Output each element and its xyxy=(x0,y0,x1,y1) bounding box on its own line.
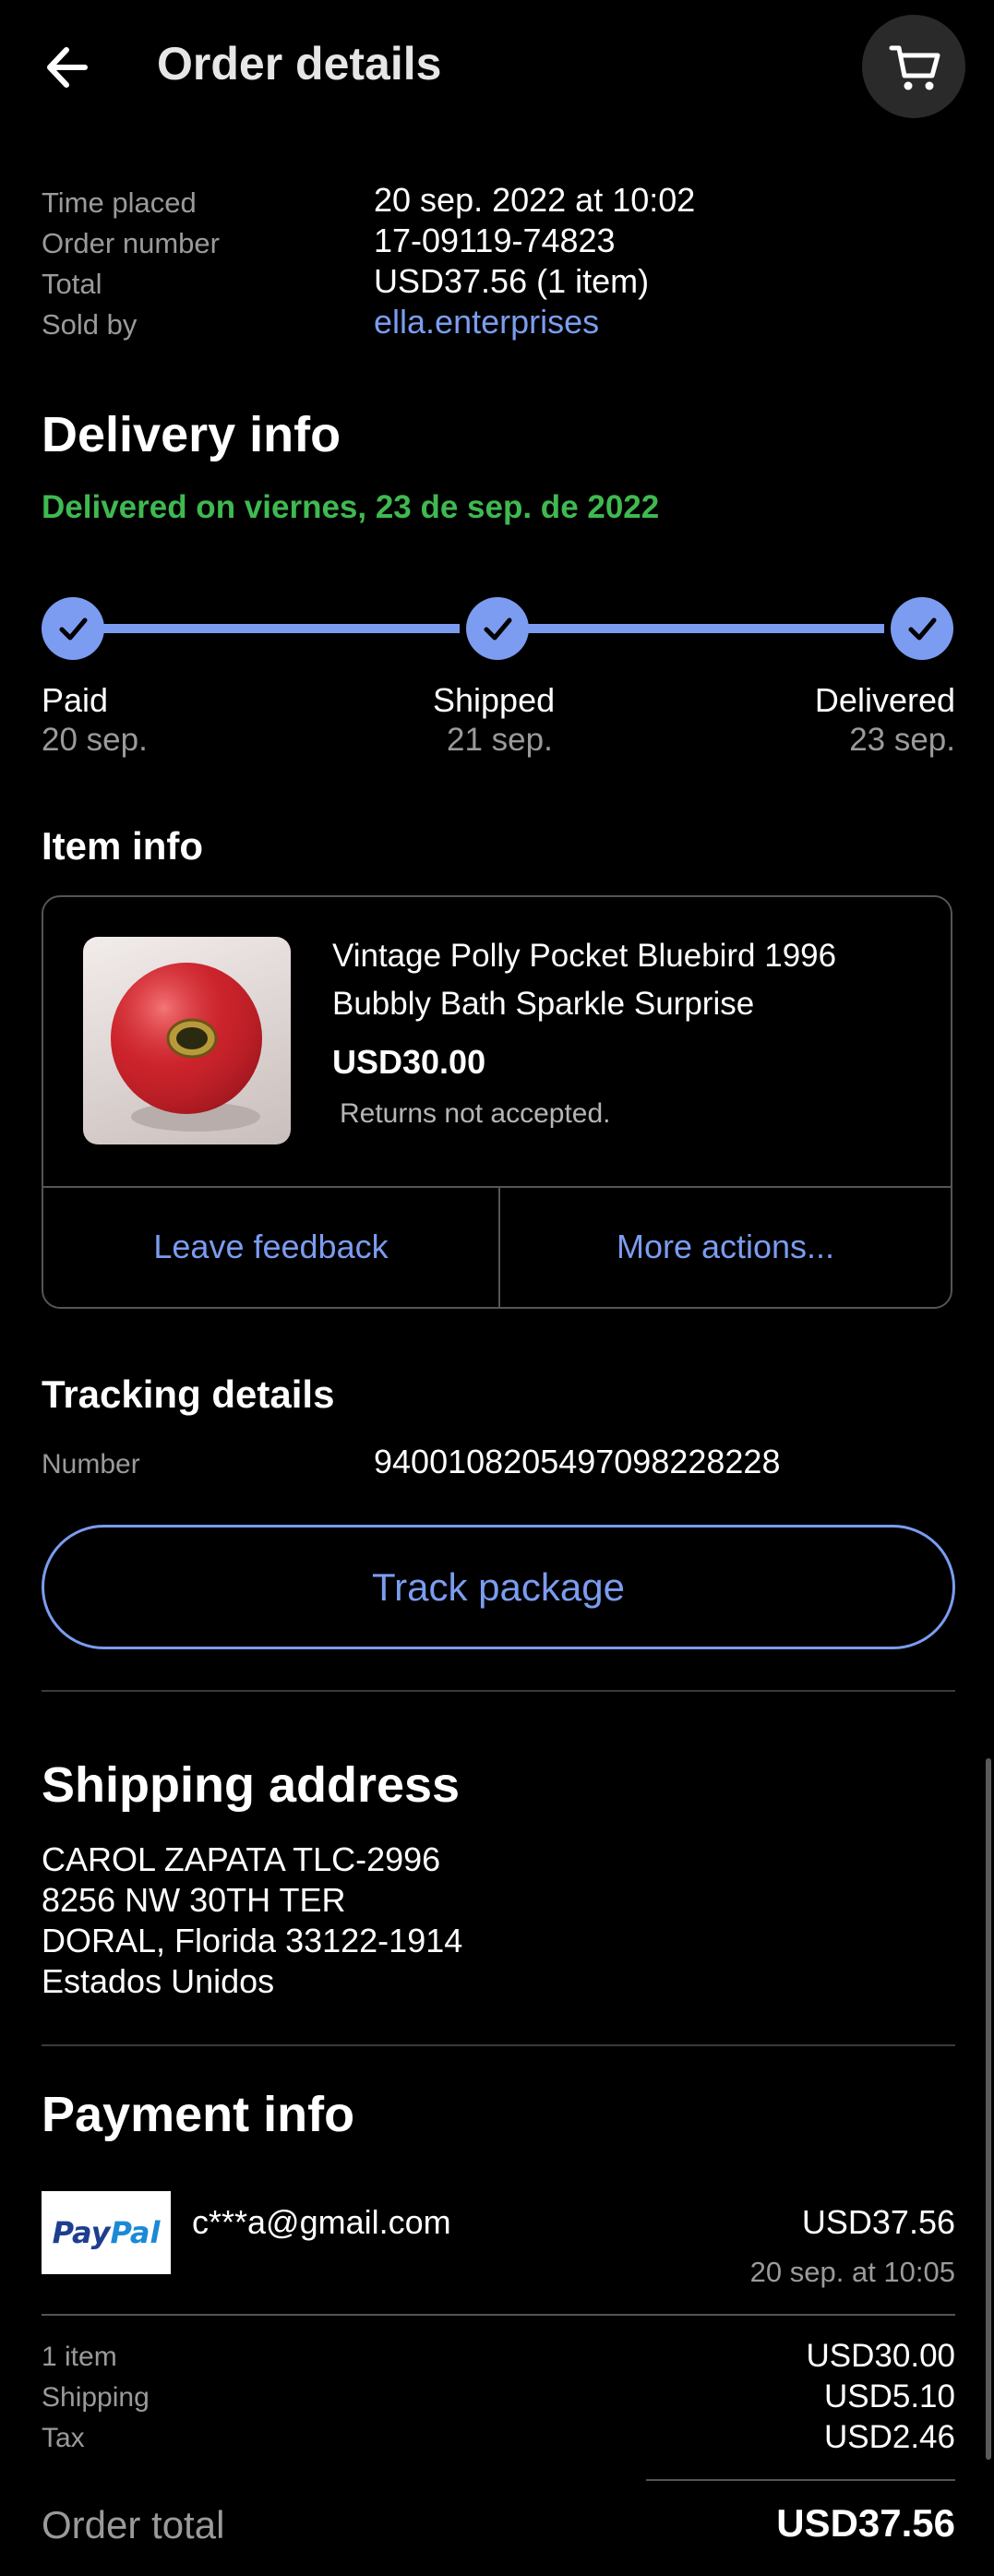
item-thumbnail[interactable] xyxy=(83,937,291,1144)
step-shipped-date: 21 sep. xyxy=(447,722,553,758)
step-delivered-check-icon xyxy=(891,597,953,660)
step-shipped-check-icon xyxy=(466,597,529,660)
seller-link[interactable]: ella.enterprises xyxy=(374,303,599,341)
address-line: CAROL ZAPATA TLC-2996 xyxy=(42,1840,441,1878)
leave-feedback-button[interactable]: Leave feedback xyxy=(43,1188,498,1306)
payment-date: 20 sep. at 10:05 xyxy=(749,2256,955,2288)
arrow-left-icon xyxy=(47,47,88,88)
order-number-label: Order number xyxy=(42,227,220,259)
item-subtotal-value: USD30.00 xyxy=(806,2338,955,2374)
address-line: DORAL, Florida 33122-1914 xyxy=(42,1922,463,1959)
tracking-number-value: 9400108205497098228228 xyxy=(374,1443,781,1480)
item-photo xyxy=(111,963,262,1132)
paypal-logo: PayPal xyxy=(42,2191,171,2274)
address-line: 8256 NW 30TH TER xyxy=(42,1881,346,1919)
cart-button[interactable] xyxy=(862,15,965,118)
delivery-status: Delivered on viernes, 23 de sep. de 2022 xyxy=(42,489,660,525)
payment-amount: USD37.56 xyxy=(801,2203,955,2241)
step-paid-label: Paid xyxy=(42,681,109,719)
step-delivered-date: 23 sep. xyxy=(849,722,955,758)
tax-label: Tax xyxy=(42,2423,85,2453)
step-paid-date: 20 sep. xyxy=(42,722,148,758)
item-count-label: 1 item xyxy=(42,2342,117,2372)
item-price: USD30.00 xyxy=(332,1043,486,1081)
progress-segment-1 xyxy=(103,624,460,633)
tax-value: USD2.46 xyxy=(823,2419,955,2455)
track-package-button[interactable]: Track package xyxy=(42,1525,955,1649)
item-title-link[interactable]: Vintage Polly Pocket Bluebird 1996 Bubbl… xyxy=(332,932,904,1028)
shipping-address-heading: Shipping address xyxy=(42,1757,461,1813)
progress-segment-2 xyxy=(528,624,884,633)
shopping-cart-icon xyxy=(889,45,940,90)
delivery-info-heading: Delivery info xyxy=(42,407,341,462)
order-total-value: USD37.56 xyxy=(776,2501,955,2545)
more-actions-button[interactable]: More actions... xyxy=(500,1188,951,1306)
time-placed-label: Time placed xyxy=(42,186,197,219)
step-paid-check-icon xyxy=(42,597,104,660)
time-placed-value: 20 sep. 2022 at 10:02 xyxy=(374,181,696,219)
order-total-label: Order total xyxy=(42,2503,225,2546)
item-returns-policy: Returns not accepted. xyxy=(340,1098,611,1129)
item-info-heading: Item info xyxy=(42,824,203,868)
shipping-cost-value: USD5.10 xyxy=(823,2378,955,2414)
tracking-details-heading: Tracking details xyxy=(42,1372,335,1416)
back-button[interactable] xyxy=(41,35,105,100)
section-divider xyxy=(42,1690,955,1692)
payment-email: c***a@gmail.com xyxy=(192,2203,451,2241)
section-divider xyxy=(42,2044,955,2046)
total-divider xyxy=(646,2479,955,2481)
order-number-value: 17-09119-74823 xyxy=(374,222,616,259)
step-delivered-label: Delivered xyxy=(814,681,955,719)
tracking-number-label: Number xyxy=(42,1449,140,1480)
address-line: Estados Unidos xyxy=(42,1962,275,2000)
shipping-cost-label: Shipping xyxy=(42,2382,150,2413)
payment-info-heading: Payment info xyxy=(42,2087,355,2142)
sold-by-label: Sold by xyxy=(42,308,138,341)
page-title: Order details xyxy=(157,38,442,90)
scrollbar[interactable] xyxy=(986,1758,991,2460)
step-shipped-label: Shipped xyxy=(433,681,556,719)
total-label: Total xyxy=(42,268,102,300)
payment-divider xyxy=(42,2314,955,2316)
total-value: USD37.56 (1 item) xyxy=(374,262,650,300)
